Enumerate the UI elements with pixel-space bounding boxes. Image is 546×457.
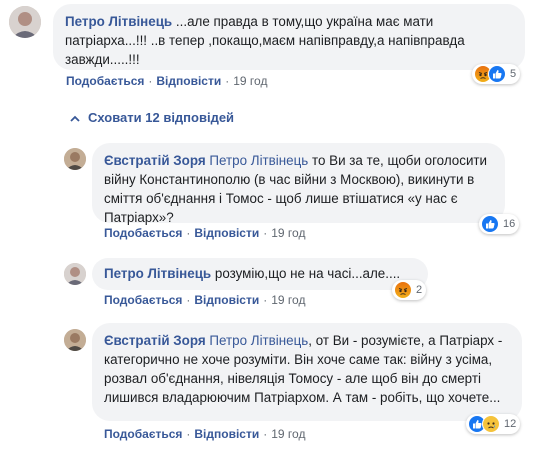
mention-link[interactable]: Петро Літвінець <box>209 333 308 348</box>
like-link[interactable]: Подобається <box>66 74 144 88</box>
hide-replies-button[interactable]: Сховати 12 відповідей <box>70 110 234 125</box>
comment-actions: Подобається · Відповісти · 19 год <box>104 427 305 441</box>
comment-author[interactable]: Петро Літвінець <box>65 14 172 29</box>
comment-bubble: Петро Літвінець ...але правда в тому,що … <box>53 4 525 70</box>
mention-link[interactable]: Петро Літвінець <box>209 153 308 168</box>
reaction-summary[interactable]: 12 <box>466 414 521 434</box>
comment-bubble: Євстратій Зоря Петро Літвінець, от Ви - … <box>92 323 522 421</box>
chevron-up-icon <box>70 110 80 125</box>
reaction-count: 16 <box>503 218 516 230</box>
separator-dot: · <box>263 293 268 307</box>
comment-actions: Подобається · Відповісти · 19 год <box>104 226 305 240</box>
sad-reaction-icon <box>482 415 500 433</box>
comment-author[interactable]: Євстратій Зоря <box>104 153 206 168</box>
comment-actions: Подобається · Відповісти · 19 год <box>104 293 305 307</box>
avatar[interactable] <box>64 148 86 170</box>
reply-link[interactable]: Відповісти <box>194 293 259 307</box>
reaction-summary[interactable]: 2 <box>392 280 427 300</box>
timestamp[interactable]: 19 год <box>233 74 267 88</box>
reaction-summary[interactable]: 5 <box>472 64 521 84</box>
comment-bubble: Євстратій Зоря Петро Літвінець то Ви за … <box>92 143 505 225</box>
timestamp[interactable]: 19 год <box>271 427 305 441</box>
like-link[interactable]: Подобається <box>104 427 182 441</box>
timestamp[interactable]: 19 год <box>271 226 305 240</box>
comment-text: розумію,що не на часі...але.... <box>214 266 401 281</box>
reply-link[interactable]: Відповісти <box>156 74 221 88</box>
separator-dot: · <box>263 427 268 441</box>
reaction-summary[interactable]: 16 <box>479 214 520 234</box>
reaction-count: 5 <box>510 68 517 80</box>
reaction-count: 12 <box>504 418 517 430</box>
reply-link[interactable]: Відповісти <box>194 427 259 441</box>
comment-author[interactable]: Петро Літвінець <box>104 266 211 281</box>
separator-dot: · <box>148 74 153 88</box>
avatar[interactable] <box>64 263 86 285</box>
like-reaction-icon <box>481 215 499 233</box>
like-link[interactable]: Подобається <box>104 293 182 307</box>
separator-dot: · <box>263 226 268 240</box>
separator-dot: · <box>225 74 230 88</box>
timestamp[interactable]: 19 год <box>271 293 305 307</box>
separator-dot: · <box>186 226 191 240</box>
comment-actions: Подобається · Відповісти · 19 год <box>66 74 267 88</box>
avatar[interactable] <box>9 6 41 38</box>
separator-dot: · <box>186 293 191 307</box>
like-link[interactable]: Подобається <box>104 226 182 240</box>
like-reaction-icon <box>488 65 506 83</box>
comment-bubble: Петро Літвінець розумію,що не на часі...… <box>92 258 428 290</box>
reply-link[interactable]: Відповісти <box>194 226 259 240</box>
comment-author[interactable]: Євстратій Зоря <box>104 333 206 348</box>
reaction-count: 2 <box>416 284 423 296</box>
angry-reaction-icon <box>394 281 412 299</box>
separator-dot: · <box>186 427 191 441</box>
hide-replies-label: Сховати 12 відповідей <box>88 110 235 125</box>
avatar[interactable] <box>64 329 86 351</box>
